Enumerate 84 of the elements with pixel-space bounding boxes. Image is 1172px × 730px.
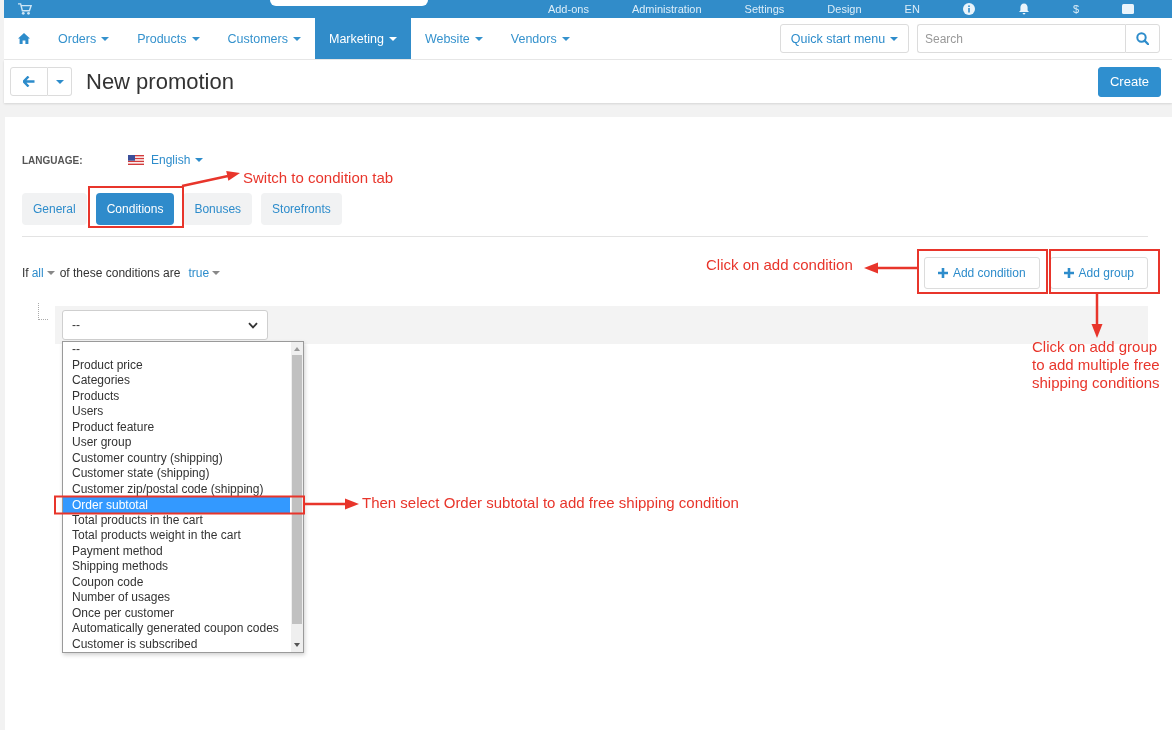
dropdown-option[interactable]: Once per customer — [63, 605, 290, 621]
caret-icon — [191, 36, 200, 41]
caret-icon — [101, 36, 110, 41]
dropdown-option[interactable]: Total products weight in the cart — [63, 528, 290, 544]
annotation-arrow — [181, 171, 240, 188]
flag-icon — [128, 155, 144, 165]
dropdown-option[interactable]: Product feature — [63, 419, 290, 435]
input-field[interactable] — [270, 0, 428, 6]
menu-link[interactable]: Administration — [631, 2, 702, 16]
caret-icon — [55, 79, 64, 84]
caret-icon — [890, 36, 899, 41]
nav-menu-item[interactable]: Marketing — [315, 18, 411, 59]
nav-menu-item[interactable]: Vendors — [496, 18, 584, 59]
dropdown-option[interactable]: User group — [63, 435, 290, 451]
info-icon[interactable] — [962, 3, 975, 15]
dropdown-option[interactable]: Products — [63, 388, 290, 404]
tab[interactable]: Conditions — [95, 193, 175, 225]
square-icon[interactable] — [1122, 3, 1134, 15]
dropdown-option[interactable]: Shipping methods — [63, 559, 290, 575]
nav-menu-item[interactable]: Products — [123, 18, 214, 59]
tree-connector — [38, 303, 48, 320]
dropdown-option[interactable]: -- — [63, 342, 290, 358]
condition-text: of these conditions are — [59, 266, 181, 280]
tab[interactable]: General — [22, 193, 87, 225]
annotation-arrow — [864, 262, 918, 274]
dropdown-option[interactable]: Customer country (shipping) — [63, 450, 290, 466]
field-label: LANGUAGE: — [22, 154, 84, 166]
add-group-button[interactable]: Add group — [1049, 257, 1148, 289]
nav-menu-item[interactable]: Orders — [44, 18, 124, 59]
caret-icon — [293, 36, 301, 41]
caret-icon — [561, 36, 570, 41]
dropdown-option[interactable]: Total products in the cart — [63, 512, 290, 528]
tab[interactable]: Storefronts — [261, 193, 342, 225]
menu-link[interactable]: Settings — [744, 2, 785, 16]
dropdown-option[interactable]: Customer zip/postal code (shipping) — [63, 481, 290, 497]
annotation-text: Click on add condition — [706, 256, 853, 274]
caret-icon — [46, 271, 55, 275]
cart-icon[interactable] — [18, 3, 32, 15]
condition-text: If — [22, 266, 29, 280]
caret-icon — [212, 271, 221, 275]
quick-start-button[interactable]: Quick start menu — [780, 24, 909, 53]
plus-icon — [937, 268, 948, 278]
nav-menu-item[interactable]: Customers — [213, 18, 315, 59]
scrollbar[interactable] — [291, 342, 303, 652]
menu-link[interactable]: Add-ons — [547, 2, 589, 16]
caret-icon — [388, 36, 397, 41]
dropdown-option[interactable]: Payment method — [63, 543, 290, 559]
annotation-text: Switch to condition tab — [243, 169, 394, 187]
dropdown-option[interactable]: Coupon code — [63, 574, 290, 590]
page-title: New promotion — [86, 68, 234, 95]
caret-icon — [195, 158, 204, 162]
dropdown-option[interactable]: Categories — [63, 373, 290, 389]
dropdown-option[interactable]: Automatically generated coupon codes — [63, 621, 290, 637]
dropdown-option[interactable]: Customer is subscribed — [63, 636, 290, 652]
dropdown-option[interactable]: Users — [63, 404, 290, 420]
language-link[interactable]: EN — [904, 2, 920, 16]
menu-link[interactable]: Design — [827, 2, 862, 16]
dropdown-option[interactable]: Customer state (shipping) — [63, 466, 290, 482]
home-icon[interactable] — [18, 33, 30, 44]
currency-link[interactable]: $ — [1072, 2, 1079, 16]
tab[interactable]: Bonuses — [183, 193, 253, 225]
caret-icon — [474, 36, 483, 41]
annotation-arrow — [304, 498, 359, 510]
result-dropdown[interactable]: true — [188, 266, 221, 280]
annotation-text: Then select Order subtotal to add free shipping condition — [362, 494, 739, 512]
add-condition-button[interactable]: Add condition — [923, 257, 1040, 289]
condition-select[interactable]: -- — [62, 310, 268, 340]
plus-icon — [1063, 268, 1074, 278]
dropdown-toggle[interactable] — [48, 67, 72, 96]
annotation-arrow — [1091, 293, 1103, 338]
match-dropdown[interactable]: all — [31, 266, 55, 280]
create-button[interactable]: Create — [1098, 66, 1161, 97]
dropdown-option[interactable]: Product price — [63, 357, 290, 373]
nav-menu-item[interactable]: Website — [410, 18, 497, 59]
arrow-left-icon — [23, 76, 35, 87]
back-button[interactable] — [10, 67, 48, 96]
search-button[interactable] — [1125, 24, 1160, 53]
chevron-down-icon — [248, 321, 258, 329]
search-icon — [1136, 32, 1149, 45]
dropdown-option[interactable]: Number of usages — [63, 590, 290, 606]
annotation-text: Click on add group to add multiple free shipping conditions — [1032, 338, 1160, 392]
language-selector[interactable]: English — [128, 153, 204, 167]
bell-icon[interactable] — [1017, 3, 1030, 15]
search-field[interactable]: Search — [917, 24, 1125, 53]
